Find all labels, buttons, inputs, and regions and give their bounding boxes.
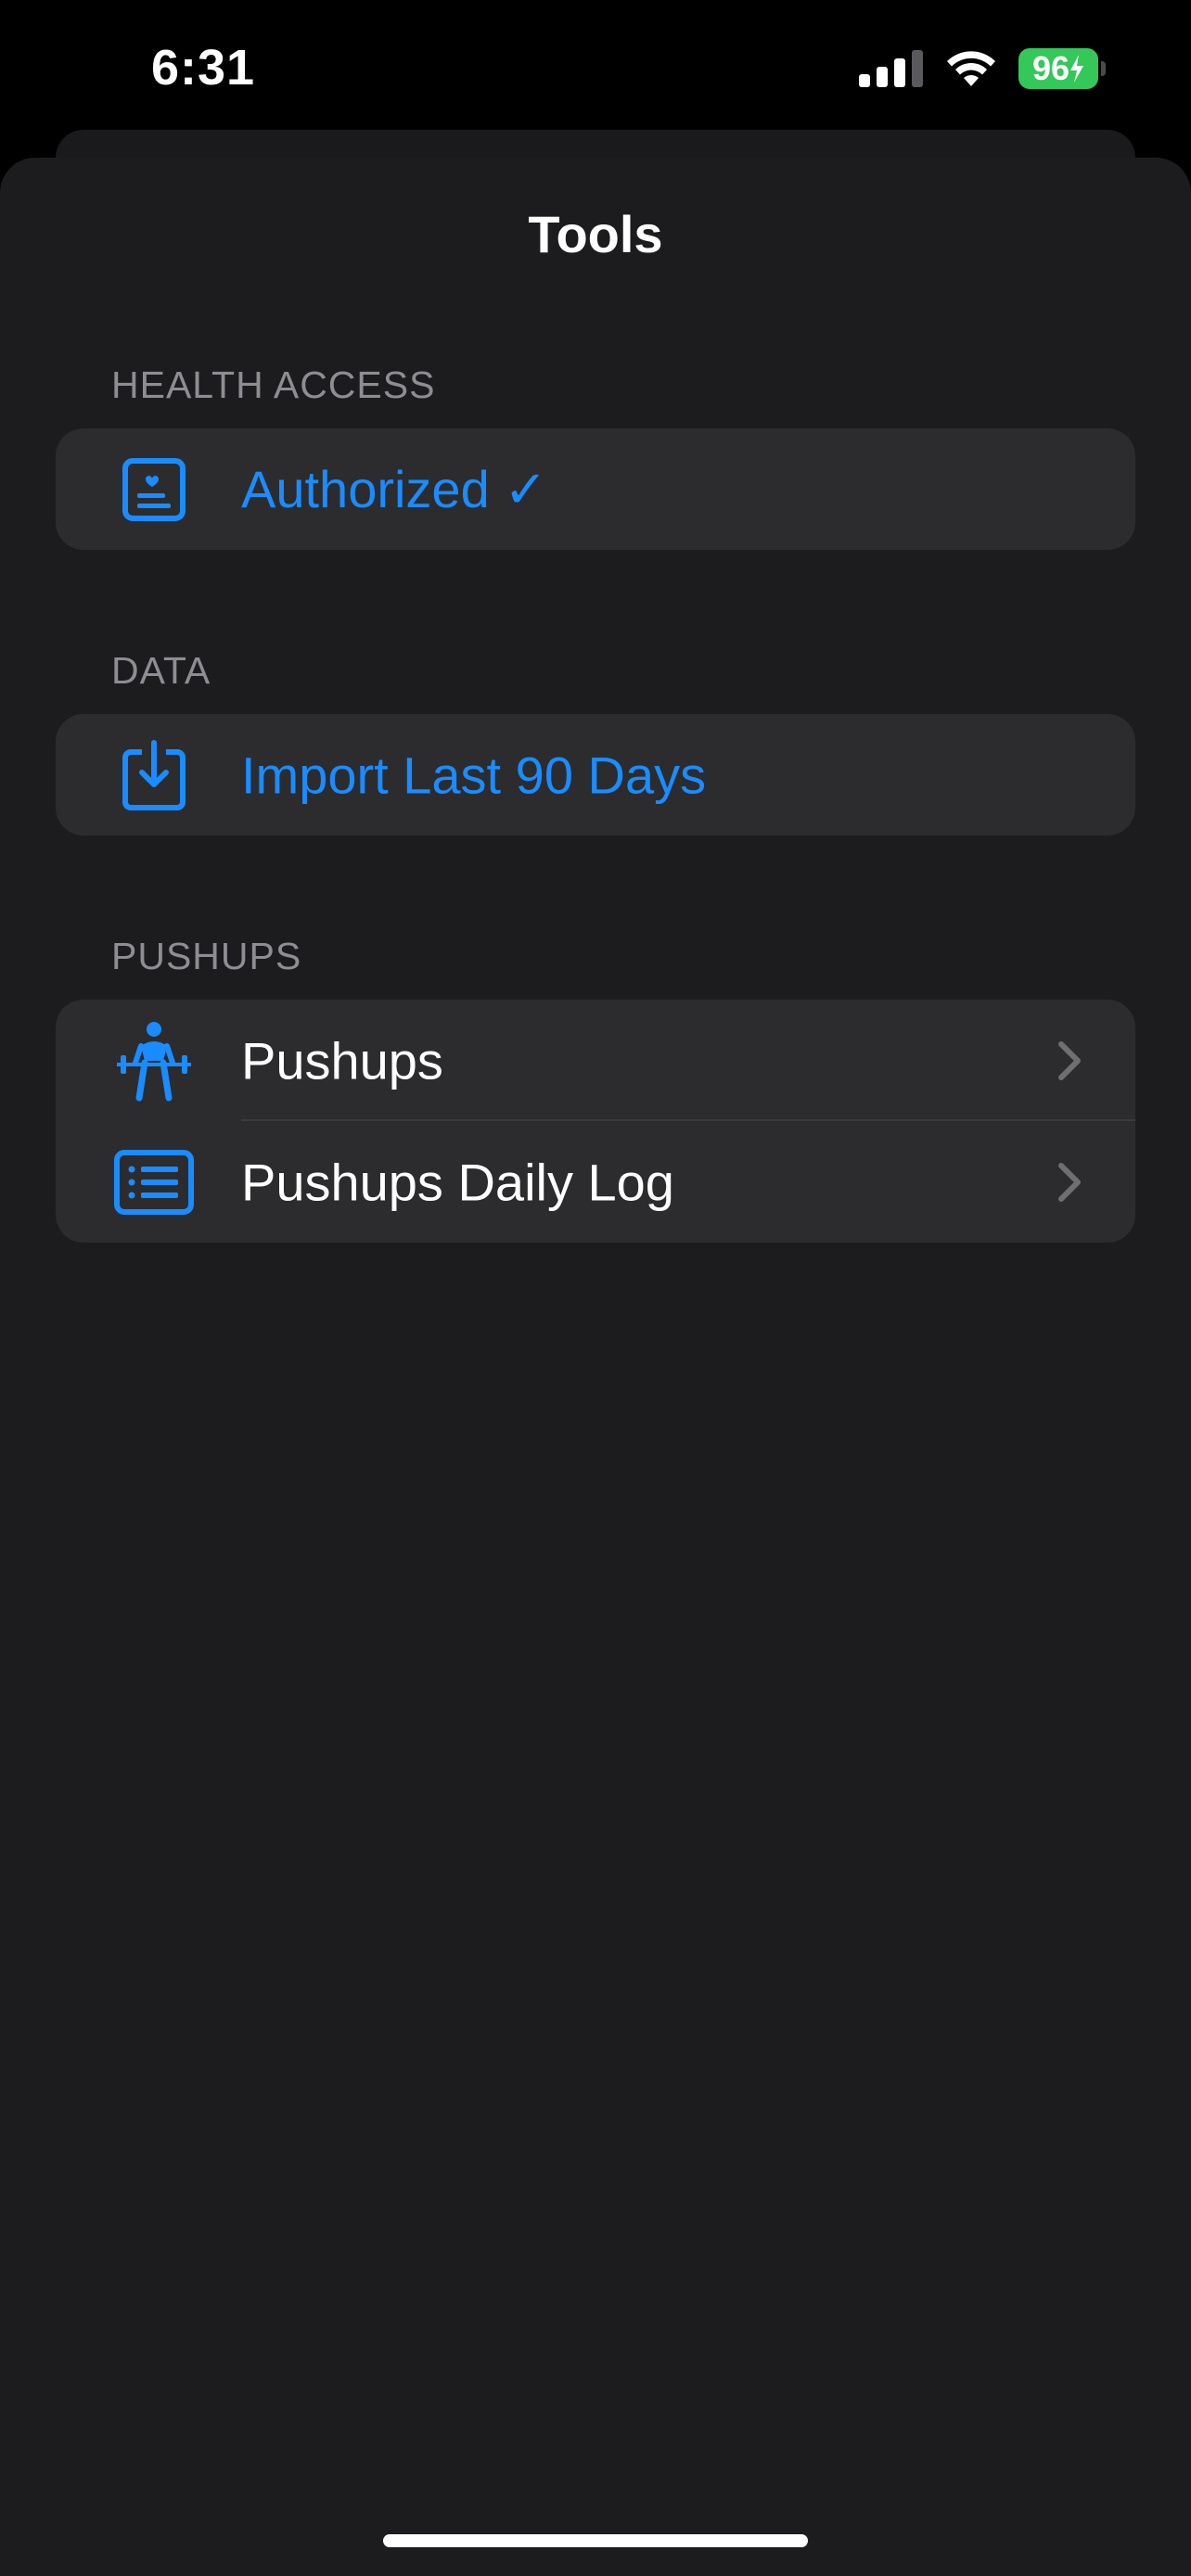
health-record-icon	[113, 449, 195, 530]
pushups-daily-log-label: Pushups Daily Log	[241, 1153, 674, 1211]
import-tray-icon	[113, 734, 195, 816]
health-authorized-row[interactable]: Authorized ✓	[56, 428, 1135, 550]
group-pushups: Pushups Pushups Daily Log	[56, 1000, 1135, 1243]
battery-level: 96	[1031, 49, 1070, 87]
pushups-daily-log-row[interactable]: Pushups Daily Log	[56, 1121, 1135, 1243]
charging-bolt-icon	[1070, 55, 1084, 83]
wifi-icon	[947, 51, 995, 86]
chevron-right-icon	[1058, 1040, 1081, 1080]
cellular-signal-icon	[859, 50, 923, 87]
list-icon	[113, 1141, 195, 1223]
section-header-health-access: HEALTH ACCESS	[111, 363, 436, 406]
weightlifter-icon	[113, 1020, 195, 1102]
pushups-row[interactable]: Pushups	[56, 1000, 1135, 1121]
status-bar: 6:31 96	[0, 0, 1191, 139]
section-header-pushups: PUSHUPS	[111, 935, 302, 977]
import-last-90-days-button[interactable]: Import Last 90 Days	[56, 714, 1135, 835]
group-health-access: Authorized ✓	[56, 428, 1135, 550]
home-indicator[interactable]	[383, 2534, 808, 2547]
chevron-right-icon	[1058, 1162, 1081, 1202]
section-header-data: DATA	[111, 649, 211, 692]
import-label: Import Last 90 Days	[241, 746, 707, 804]
status-time: 6:31	[151, 40, 256, 96]
battery-icon: 96	[1018, 48, 1106, 89]
status-icons: 96	[859, 48, 1106, 89]
tools-sheet: Tools HEALTH ACCESS Authorized ✓ DATA Im…	[0, 158, 1191, 2576]
group-data: Import Last 90 Days	[56, 714, 1135, 835]
screen: 6:31 96 Tools HEALTH ACCESS Authorized ✓…	[0, 0, 1191, 2576]
sheet-title: Tools	[528, 205, 663, 263]
battery-cap	[1101, 61, 1106, 76]
pushups-label: Pushups	[241, 1031, 443, 1090]
health-authorized-label: Authorized ✓	[241, 459, 548, 518]
